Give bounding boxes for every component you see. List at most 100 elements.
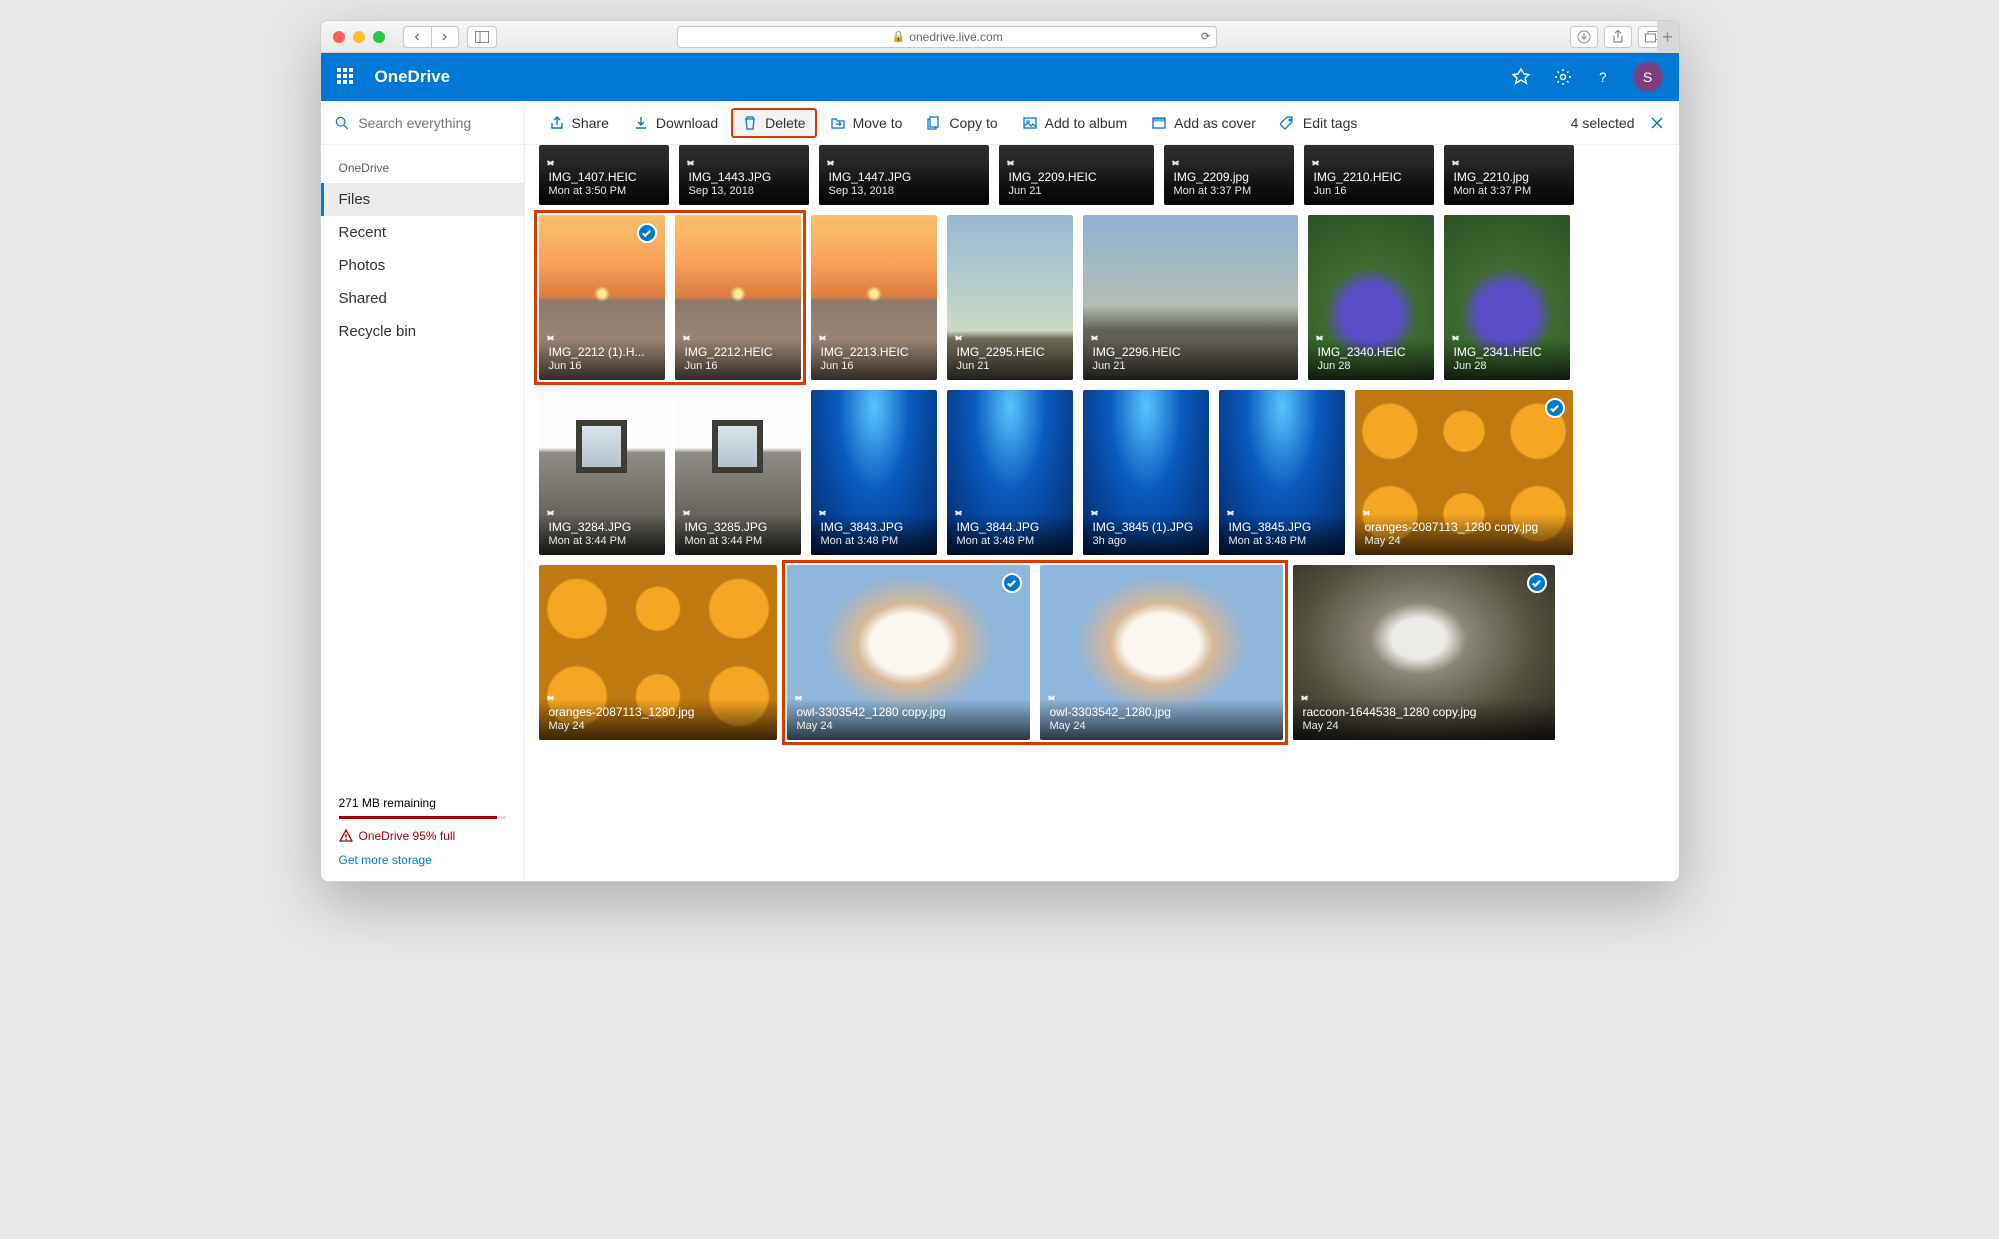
edit-tags-button[interactable]: Edit tags <box>1270 109 1367 137</box>
file-tile[interactable]: IMG_2341.HEICJun 28 <box>1444 215 1570 380</box>
file-date: Jun 28 <box>1318 360 1424 372</box>
file-date: Jun 16 <box>549 360 655 372</box>
sidebar-item-shared[interactable]: Shared <box>321 282 524 315</box>
shared-indicator-icon <box>1301 692 1313 704</box>
file-name: IMG_2213.HEIC <box>821 345 927 359</box>
file-date: Jun 28 <box>1454 360 1560 372</box>
app-launcher-icon[interactable] <box>337 68 355 86</box>
file-tile[interactable]: IMG_2209.HEICJun 21 <box>999 145 1154 205</box>
sidebar-item-recent[interactable]: Recent <box>321 216 524 249</box>
file-date: 3h ago <box>1093 535 1199 547</box>
file-date: Mon at 3:37 PM <box>1174 185 1284 197</box>
file-tile[interactable]: IMG_3845.JPGMon at 3:48 PM <box>1219 390 1345 555</box>
add-album-button[interactable]: Add to album <box>1012 109 1138 137</box>
shared-indicator-icon <box>1316 332 1328 344</box>
shared-indicator-icon <box>827 157 839 169</box>
file-name: IMG_3284.JPG <box>549 520 655 534</box>
settings-icon[interactable] <box>1553 67 1573 87</box>
close-window-button[interactable] <box>333 31 345 43</box>
file-tile[interactable]: IMG_2209.jpgMon at 3:37 PM <box>1164 145 1294 205</box>
file-tile[interactable]: IMG_1443.JPGSep 13, 2018 <box>679 145 809 205</box>
file-tile[interactable]: IMG_2212 (1).H...Jun 16 <box>539 215 665 380</box>
gallery-row: oranges-2087113_1280.jpgMay 24owl-330354… <box>539 565 1665 740</box>
highlight-group: IMG_2212 (1).H...Jun 16IMG_2212.HEICJun … <box>539 215 801 380</box>
shared-indicator-icon <box>819 507 831 519</box>
lock-icon: 🔒 <box>892 30 906 43</box>
forward-button[interactable]: › <box>431 26 459 48</box>
app-header: OneDrive ? S <box>321 53 1679 101</box>
search-icon <box>335 115 349 131</box>
file-name: IMG_2341.HEIC <box>1454 345 1560 359</box>
left-column: OneDrive FilesRecentPhotosSharedRecycle … <box>321 101 525 881</box>
selected-badge-icon <box>1002 573 1022 593</box>
file-name: IMG_2210.jpg <box>1454 170 1564 184</box>
file-date: Jun 16 <box>1314 185 1424 197</box>
file-tile[interactable]: IMG_3845 (1).JPG3h ago <box>1083 390 1209 555</box>
file-date: Mon at 3:48 PM <box>821 535 927 547</box>
fullscreen-window-button[interactable] <box>373 31 385 43</box>
search-input[interactable] <box>358 115 509 131</box>
file-name: IMG_2209.HEIC <box>1009 170 1144 184</box>
new-tab-button[interactable]: + <box>1657 21 1679 53</box>
file-tile[interactable]: owl-3303542_1280.jpgMay 24 <box>1040 565 1283 740</box>
file-tile[interactable]: IMG_3843.JPGMon at 3:48 PM <box>811 390 937 555</box>
sidebar-item-photos[interactable]: Photos <box>321 249 524 282</box>
file-tile[interactable]: IMG_3844.JPGMon at 3:48 PM <box>947 390 1073 555</box>
safari-chrome: ‹ › 🔒 onedrive.live.com ⟳ <box>321 21 1679 53</box>
file-tile[interactable]: IMG_2296.HEICJun 21 <box>1083 215 1298 380</box>
add-cover-button[interactable]: Add as cover <box>1141 109 1266 137</box>
file-tile[interactable]: raccoon-1644538_1280 copy.jpgMay 24 <box>1293 565 1555 740</box>
sidebar-item-recycle-bin[interactable]: Recycle bin <box>321 315 524 348</box>
get-storage-link[interactable]: Get more storage <box>339 853 506 867</box>
right-column: Share Download Delete Move to Copy to <box>525 101 1679 881</box>
file-date: May 24 <box>797 720 1020 732</box>
file-tile[interactable]: oranges-2087113_1280.jpgMay 24 <box>539 565 777 740</box>
selection-count: 4 selected <box>1571 115 1635 131</box>
svg-text:?: ? <box>1599 70 1607 85</box>
breadcrumb: OneDrive <box>321 145 524 183</box>
avatar[interactable]: S <box>1633 62 1663 92</box>
file-tile[interactable]: IMG_2295.HEICJun 21 <box>947 215 1073 380</box>
file-tile[interactable]: IMG_2210.jpgMon at 3:37 PM <box>1444 145 1574 205</box>
file-tile[interactable]: IMG_2212.HEICJun 16 <box>675 215 801 380</box>
back-button[interactable]: ‹ <box>403 26 431 48</box>
file-tile[interactable]: IMG_3284.JPGMon at 3:44 PM <box>539 390 665 555</box>
shared-indicator-icon <box>1363 507 1375 519</box>
share-button[interactable]: Share <box>539 109 619 137</box>
clear-selection-button[interactable] <box>1649 115 1665 131</box>
shared-indicator-icon <box>1172 157 1184 169</box>
file-tile[interactable]: IMG_1407.HEICMon at 3:50 PM <box>539 145 669 205</box>
shared-indicator-icon <box>1091 507 1103 519</box>
move-button[interactable]: Move to <box>820 109 913 137</box>
delete-button[interactable]: Delete <box>732 109 815 137</box>
help-icon[interactable]: ? <box>1595 67 1611 87</box>
file-tile[interactable]: owl-3303542_1280 copy.jpgMay 24 <box>787 565 1030 740</box>
share-button[interactable] <box>1604 26 1632 48</box>
file-date: Jun 21 <box>1093 360 1288 372</box>
sidebar-item-files[interactable]: Files <box>321 183 524 216</box>
gallery: IMG_1407.HEICMon at 3:50 PMIMG_1443.JPGS… <box>525 145 1679 881</box>
address-bar[interactable]: 🔒 onedrive.live.com ⟳ <box>677 26 1217 48</box>
search-box[interactable] <box>321 101 524 145</box>
file-tile[interactable]: IMG_2210.HEICJun 16 <box>1304 145 1434 205</box>
downloads-button[interactable] <box>1570 26 1598 48</box>
file-name: IMG_3844.JPG <box>957 520 1063 534</box>
reload-icon[interactable]: ⟳ <box>1201 30 1210 43</box>
file-date: Mon at 3:48 PM <box>957 535 1063 547</box>
file-tile[interactable]: oranges-2087113_1280 copy.jpgMay 24 <box>1355 390 1573 555</box>
file-name: IMG_2295.HEIC <box>957 345 1063 359</box>
safari-sidebar-button[interactable] <box>467 26 497 48</box>
file-tile[interactable]: IMG_1447.JPGSep 13, 2018 <box>819 145 989 205</box>
shared-indicator-icon <box>1091 332 1103 344</box>
file-tile[interactable]: IMG_2340.HEICJun 28 <box>1308 215 1434 380</box>
file-date: May 24 <box>1303 720 1545 732</box>
premium-icon[interactable] <box>1511 67 1531 87</box>
gallery-row: IMG_3284.JPGMon at 3:44 PMIMG_3285.JPGMo… <box>539 390 1665 555</box>
file-tile[interactable]: IMG_3285.JPGMon at 3:44 PM <box>675 390 801 555</box>
storage-bar-fill <box>339 816 498 819</box>
file-tile[interactable]: IMG_2213.HEICJun 16 <box>811 215 937 380</box>
window-controls <box>333 31 385 43</box>
minimize-window-button[interactable] <box>353 31 365 43</box>
download-button[interactable]: Download <box>623 109 728 137</box>
copy-button[interactable]: Copy to <box>916 109 1007 137</box>
